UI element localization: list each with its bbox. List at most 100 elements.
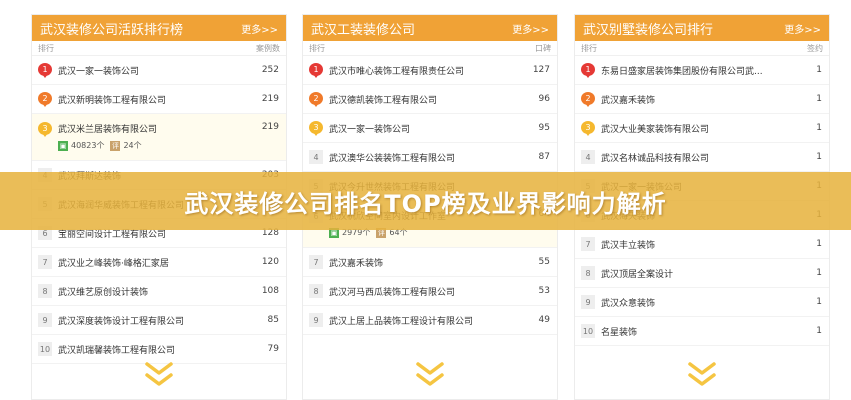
company-name-link[interactable]: 武汉嘉禾装饰 — [329, 256, 535, 269]
company-name-link[interactable]: 武汉大业美家装饰有限公司 — [601, 122, 812, 135]
medal-icon: 3 — [38, 122, 52, 137]
chevron-double-down-icon[interactable] — [144, 361, 174, 389]
count-value: 79 — [267, 344, 279, 354]
count-value: 1 — [816, 268, 822, 278]
list-item[interactable]: 3 武汉一家一装饰公司 95 — [303, 114, 557, 143]
comments-count: 24个 — [123, 141, 142, 150]
rank-badge: 7 — [38, 255, 52, 269]
company-name-link[interactable]: 武汉顶居全案设计 — [601, 267, 812, 280]
banner-title: 武汉装修公司排名TOP榜及业界影响力解析 — [184, 189, 667, 218]
company-name-link[interactable]: 东易日盛家居装饰集团股份有限公司武... — [601, 64, 812, 77]
count-value: 1 — [816, 123, 822, 133]
list-item[interactable]: 3 武汉米兰居装饰有限公司 219 ▣ 40823个评 24个 — [32, 114, 286, 161]
company-name-link[interactable]: 名星装饰 — [601, 325, 812, 338]
count-column-label: 口碑 — [535, 43, 551, 53]
panel-title: 武汉别墅装修公司排行 — [583, 22, 714, 38]
list-item[interactable]: 2 武汉嘉禾装饰 1 — [575, 85, 829, 114]
medal-icon: 1 — [581, 63, 595, 78]
list-item[interactable]: 8 武汉维艺原创设计装饰 108 — [32, 277, 286, 306]
company-name-link[interactable]: 武汉米兰居装饰有限公司 — [58, 122, 258, 135]
company-name-link[interactable]: 武汉新明装饰工程有限公司 — [58, 93, 258, 106]
rank-badge: 8 — [581, 266, 595, 280]
rank-badge: 10 — [38, 342, 52, 356]
rank-badge: 8 — [309, 284, 323, 298]
list-item[interactable]: 8 武汉顶居全案设计 1 — [575, 259, 829, 288]
count-value: 1 — [816, 326, 822, 336]
panel-title: 武汉装修公司活跃排行榜 — [40, 22, 184, 38]
count-column-label: 案例数 — [256, 43, 280, 53]
list-item[interactable]: 10 名星装饰 1 — [575, 317, 829, 346]
count-value: 1 — [816, 239, 822, 249]
rank-column-label: 排行 — [309, 43, 325, 53]
list-item[interactable]: 2 武汉新明装饰工程有限公司 219 — [32, 85, 286, 114]
company-name-link[interactable]: 武汉嘉禾装饰 — [601, 93, 812, 106]
company-name-link[interactable]: 武汉业之峰装饰·峰格汇家居 — [58, 256, 258, 269]
rank-badge: 9 — [38, 313, 52, 327]
panel-header: 武汉装修公司活跃排行榜 更多>> — [32, 15, 286, 41]
company-name-link[interactable]: 武汉市唯心装饰工程有限责任公司 — [329, 64, 529, 77]
count-value: 1 — [816, 297, 822, 307]
count-value: 252 — [261, 65, 279, 75]
medal-icon: 2 — [581, 92, 595, 107]
medal-icon: 1 — [38, 63, 52, 78]
list-item[interactable]: 3 武汉大业美家装饰有限公司 1 — [575, 114, 829, 143]
more-link[interactable]: 更多>> — [784, 21, 821, 36]
list-item[interactable]: 1 武汉市唯心装饰工程有限责任公司 127 — [303, 56, 557, 85]
count-value: 85 — [267, 315, 279, 325]
comment-icon: 评 — [110, 140, 121, 151]
count-value: 87 — [538, 152, 550, 162]
panel-header: 武汉工装装修公司 更多>> — [303, 15, 557, 41]
count-value: 219 — [261, 94, 279, 104]
company-name-link[interactable]: 武汉澳华公装装饰工程有限公司 — [329, 151, 535, 164]
chevron-double-down-icon[interactable] — [687, 361, 717, 389]
panel-title: 武汉工装装修公司 — [311, 22, 416, 38]
list-item[interactable]: 9 武汉深度装饰设计工程有限公司 85 — [32, 306, 286, 335]
list-item[interactable]: 4 武汉澳华公装装饰工程有限公司 87 — [303, 143, 557, 172]
count-value: 219 — [261, 122, 279, 132]
list-item[interactable]: 8 武汉河马西瓜装饰工程有限公司 53 — [303, 277, 557, 306]
count-value: 1 — [816, 94, 822, 104]
list-item[interactable]: 9 武汉众意装饰 1 — [575, 288, 829, 317]
list-item[interactable]: 4 武汉名林诚品科技有限公司 1 — [575, 143, 829, 172]
count-value: 127 — [532, 65, 550, 75]
rank-badge: 4 — [581, 150, 595, 164]
views-count: 40823个 — [71, 141, 105, 150]
company-name-link[interactable]: 武汉一家一装饰公司 — [58, 64, 258, 77]
company-name-link[interactable]: 武汉丰立装饰 — [601, 238, 812, 251]
rank-badge: 4 — [309, 150, 323, 164]
item-stats: ▣ 40823个评 24个 — [58, 140, 142, 151]
list-item[interactable]: 7 武汉丰立装饰 1 — [575, 230, 829, 259]
list-item[interactable]: 7 武汉业之峰装饰·峰格汇家居 120 — [32, 248, 286, 277]
chevron-double-down-icon[interactable] — [415, 361, 445, 389]
company-name-link[interactable]: 武汉名林诚品科技有限公司 — [601, 151, 812, 164]
count-value: 49 — [538, 315, 550, 325]
more-link[interactable]: 更多>> — [241, 21, 278, 36]
list-item[interactable]: 7 武汉嘉禾装饰 55 — [303, 248, 557, 277]
company-name-link[interactable]: 武汉德凯装饰工程有限公司 — [329, 93, 535, 106]
list-item[interactable]: 9 武汉上居上品装饰工程设计有限公司 49 — [303, 306, 557, 335]
company-name-link[interactable]: 武汉上居上品装饰工程设计有限公司 — [329, 314, 535, 327]
rank-badge: 9 — [309, 313, 323, 327]
company-name-link[interactable]: 武汉众意装饰 — [601, 296, 812, 309]
list-item[interactable]: 10 武汉凯瑞馨装饰工程有限公司 79 — [32, 335, 286, 364]
medal-icon: 3 — [581, 121, 595, 136]
company-name-link[interactable]: 武汉河马西瓜装饰工程有限公司 — [329, 285, 535, 298]
rank-column-label: 排行 — [581, 43, 597, 53]
company-name-link[interactable]: 武汉维艺原创设计装饰 — [58, 285, 258, 298]
list-item[interactable]: 1 武汉一家一装饰公司 252 — [32, 56, 286, 85]
rank-badge: 8 — [38, 284, 52, 298]
more-link[interactable]: 更多>> — [512, 21, 549, 36]
company-name-link[interactable]: 武汉一家一装饰公司 — [329, 122, 535, 135]
medal-icon: 2 — [309, 92, 323, 107]
company-name-link[interactable]: 武汉凯瑞馨装饰工程有限公司 — [58, 343, 264, 356]
list-item[interactable]: 2 武汉德凯装饰工程有限公司 96 — [303, 85, 557, 114]
rank-badge: 9 — [581, 295, 595, 309]
count-value: 108 — [261, 286, 279, 296]
company-name-link[interactable]: 武汉深度装饰设计工程有限公司 — [58, 314, 264, 327]
image-icon: ▣ — [58, 140, 68, 151]
medal-icon: 2 — [38, 92, 52, 107]
rank-badge: 7 — [581, 237, 595, 251]
count-value: 96 — [538, 94, 550, 104]
list-item[interactable]: 1 东易日盛家居装饰集团股份有限公司武... 1 — [575, 56, 829, 85]
rank-badge: 10 — [581, 324, 595, 338]
